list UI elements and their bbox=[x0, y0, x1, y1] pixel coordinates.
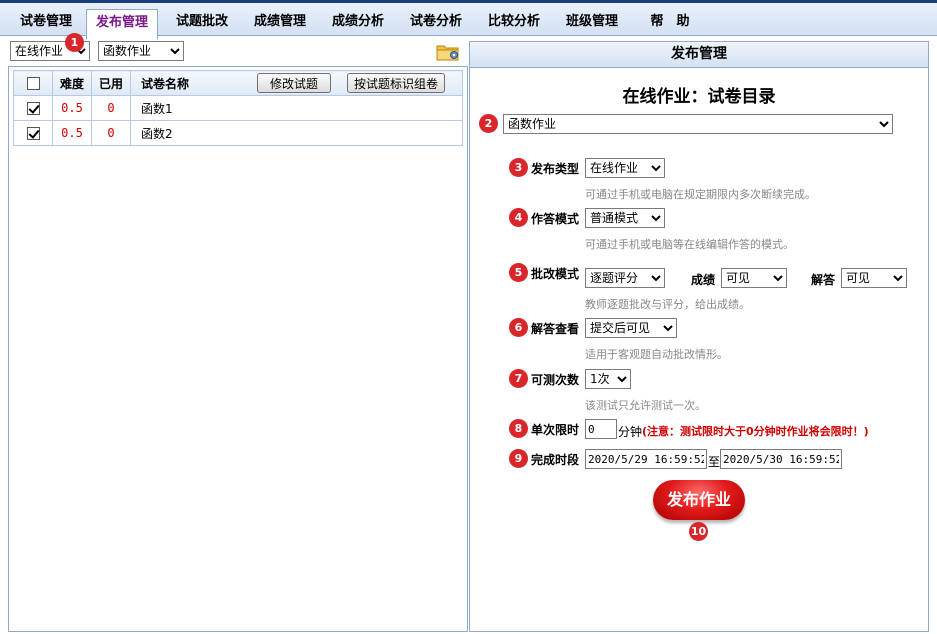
badge-6: 6 bbox=[509, 318, 528, 337]
row-used: 0 bbox=[91, 120, 131, 146]
answer-mode-hint: 可通过手机或电脑等在线编辑作答的模式。 bbox=[585, 238, 794, 251]
catalog-title: 在线作业：试卷目录 bbox=[622, 87, 776, 107]
compose-by-tag-button[interactable]: 按试题标识组卷 bbox=[347, 73, 446, 93]
score-visibility-select[interactable]: 可见 bbox=[721, 268, 787, 288]
select-all-cell bbox=[13, 70, 53, 96]
publish-panel-header: 发布管理 bbox=[470, 42, 928, 68]
grading-mode-hint: 教师逐题批改与评分，给出成绩。 bbox=[585, 298, 750, 311]
table-header-row: 难度 已用 试卷名称 修改试题 按试题标识组卷 bbox=[13, 70, 463, 96]
period-label: 完成时段 bbox=[531, 453, 580, 467]
attempts-label: 可测次数 bbox=[531, 373, 580, 387]
tab-help[interactable]: 帮 助 bbox=[634, 9, 706, 39]
top-tab-bar: 试卷管理 发布管理 试题批改 成绩管理 成绩分析 试卷分析 比较分析 班级管理 … bbox=[0, 0, 937, 40]
score-visibility-label: 成绩 bbox=[691, 273, 716, 287]
tab-publish-management[interactable]: 发布管理 bbox=[86, 9, 158, 40]
paper-list-panel: 难度 已用 试卷名称 修改试题 按试题标识组卷 0.5 0 函数1 0.5 0 … bbox=[8, 66, 468, 632]
tab-score-analysis[interactable]: 成绩分析 bbox=[322, 9, 394, 39]
grading-mode-select[interactable]: 逐题评分 bbox=[585, 268, 665, 288]
answer-view-label: 解答查看 bbox=[531, 322, 580, 336]
answer-visibility-label: 解答 bbox=[811, 273, 836, 287]
header-used: 已用 bbox=[91, 70, 131, 96]
answer-view-select[interactable]: 提交后可见 bbox=[585, 318, 677, 338]
time-limit-label: 单次限时 bbox=[531, 423, 580, 437]
row-checkbox[interactable] bbox=[26, 127, 40, 140]
period-separator: 至 bbox=[708, 455, 721, 469]
end-time-input[interactable] bbox=[720, 449, 842, 469]
header-paper-name: 试卷名称 bbox=[141, 76, 190, 91]
folder-settings-icon[interactable] bbox=[436, 42, 460, 62]
time-limit-unit: 分钟 bbox=[618, 425, 643, 439]
badge-3: 3 bbox=[509, 158, 528, 177]
tab-question-grading[interactable]: 试题批改 bbox=[166, 9, 238, 39]
badge-2: 2 bbox=[479, 114, 498, 133]
table-row[interactable]: 0.5 0 函数2 bbox=[13, 120, 463, 146]
tab-paper-analysis[interactable]: 试卷分析 bbox=[400, 9, 472, 39]
attempts-select[interactable]: 1次 bbox=[585, 369, 631, 389]
badge-1: 1 bbox=[65, 33, 84, 52]
badge-9: 9 bbox=[509, 449, 528, 468]
row-difficulty: 0.5 bbox=[52, 120, 92, 146]
row-checkbox[interactable] bbox=[26, 102, 40, 115]
badge-8: 8 bbox=[509, 419, 528, 438]
publish-panel: 发布管理 在线作业：试卷目录 2 函数作业 3 发布类型 在线作业 可通过手机或… bbox=[469, 41, 929, 632]
edit-questions-button[interactable]: 修改试题 bbox=[257, 73, 332, 93]
row-checkbox-cell bbox=[13, 95, 53, 121]
start-time-input[interactable] bbox=[585, 449, 707, 469]
publish-type-hint: 可通过手机或电脑在规定期限内多次断续完成。 bbox=[585, 188, 816, 201]
attempts-hint: 该测试只允许测试一次。 bbox=[585, 399, 706, 412]
tab-score-management[interactable]: 成绩管理 bbox=[244, 9, 316, 39]
row-paper-name[interactable]: 函数1 bbox=[130, 95, 463, 121]
catalog-select[interactable]: 函数作业 bbox=[503, 114, 893, 134]
time-limit-input[interactable] bbox=[585, 419, 617, 439]
answer-mode-label: 作答模式 bbox=[531, 212, 580, 226]
row-difficulty: 0.5 bbox=[52, 95, 92, 121]
badge-7: 7 bbox=[509, 369, 528, 388]
table-row[interactable]: 0.5 0 函数1 bbox=[13, 95, 463, 121]
tab-comparison-analysis[interactable]: 比较分析 bbox=[478, 9, 550, 39]
row-checkbox-cell bbox=[13, 120, 53, 146]
row-used: 0 bbox=[91, 95, 131, 121]
badge-5: 5 bbox=[509, 263, 528, 282]
badge-4: 4 bbox=[509, 208, 528, 227]
header-name-cell: 试卷名称 修改试题 按试题标识组卷 bbox=[130, 70, 463, 96]
badge-10: 10 bbox=[689, 522, 708, 541]
row-paper-name[interactable]: 函数2 bbox=[130, 120, 463, 146]
publish-type-label: 发布类型 bbox=[531, 162, 580, 176]
publish-type-select[interactable]: 在线作业 bbox=[585, 158, 665, 178]
paper-table: 难度 已用 试卷名称 修改试题 按试题标识组卷 0.5 0 函数1 0.5 0 … bbox=[13, 70, 463, 146]
select-all-checkbox[interactable] bbox=[26, 77, 40, 90]
grading-mode-label: 批改模式 bbox=[531, 267, 580, 281]
category-select[interactable]: 函数作业 bbox=[98, 41, 184, 61]
answer-mode-select[interactable]: 普通模式 bbox=[585, 208, 665, 228]
header-difficulty: 难度 bbox=[52, 70, 92, 96]
publish-homework-button[interactable]: 发布作业 bbox=[653, 480, 745, 520]
time-limit-warning: (注意：测试限时大于0分钟时作业将会限时！) bbox=[642, 425, 869, 438]
answer-view-hint: 适用于客观题自动批改情形。 bbox=[585, 348, 728, 361]
answer-visibility-select[interactable]: 可见 bbox=[841, 268, 907, 288]
tab-class-management[interactable]: 班级管理 bbox=[556, 9, 628, 39]
